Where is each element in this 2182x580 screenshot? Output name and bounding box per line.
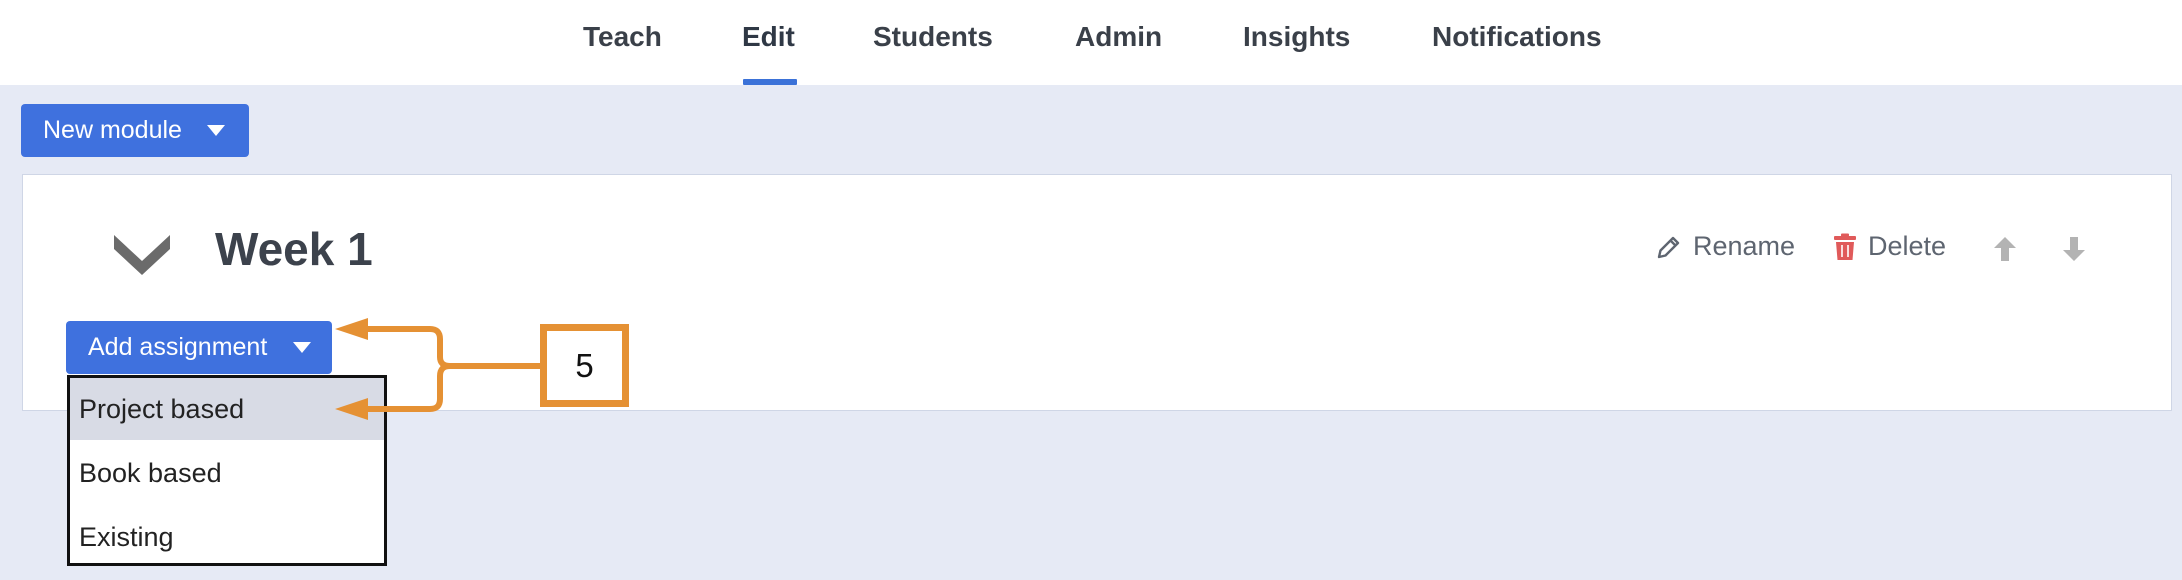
menu-item-project-based[interactable]: Project based [70,378,384,440]
tab-teach[interactable]: Teach [583,21,662,61]
add-assignment-dropdown: Project based Book based Existing [67,375,387,566]
step-number-badge: 5 [540,324,629,407]
delete-label: Delete [1868,231,1947,261]
move-down-arrow-icon[interactable] [2062,236,2086,262]
menu-item-book-based[interactable]: Book based [70,442,384,504]
tab-admin[interactable]: Admin [1075,21,1162,61]
delete-button[interactable]: Delete [1832,231,1946,262]
tab-edit[interactable]: Edit [742,21,795,61]
menu-item-existing[interactable]: Existing [70,506,384,568]
chevron-down-icon[interactable] [112,231,172,279]
tab-notifications[interactable]: Notifications [1432,21,1602,61]
caret-down-icon [206,125,225,136]
rename-button[interactable]: Rename [1655,231,1795,262]
trash-icon [1834,233,1856,260]
top-navigation: Teach Edit Students Admin Insights Notif… [0,0,2182,85]
active-tab-indicator [743,79,797,85]
add-assignment-label: Add assignment [88,333,268,361]
pencil-icon [1657,236,1680,258]
new-module-label: New module [43,116,182,144]
new-module-button[interactable]: New module [21,104,249,157]
move-up-arrow-icon[interactable] [1993,236,2017,262]
module-title: Week 1 [215,223,373,275]
caret-down-icon [293,342,312,353]
tab-students[interactable]: Students [873,21,993,61]
rename-label: Rename [1693,231,1796,261]
add-assignment-button[interactable]: Add assignment [66,321,332,374]
tab-insights[interactable]: Insights [1243,21,1350,61]
